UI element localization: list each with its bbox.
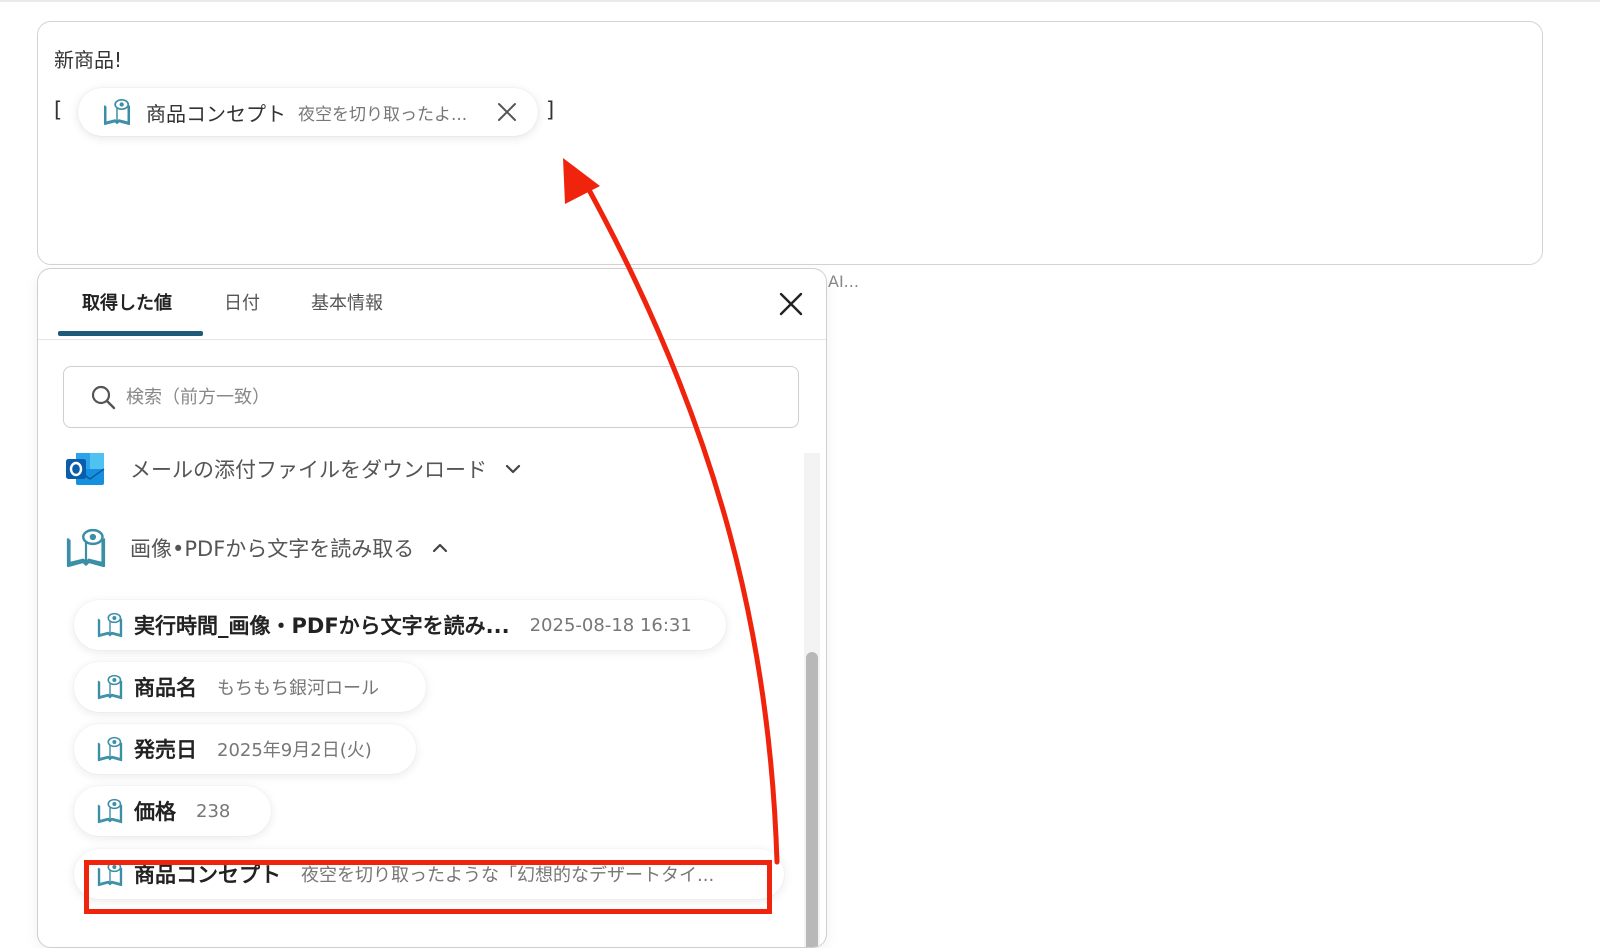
item-value: もちもち銀河ロール [217, 678, 379, 699]
chip-value: 夜空を切り取ったよ... [298, 104, 468, 125]
outlook-icon [66, 453, 105, 485]
search-box[interactable] [63, 366, 799, 428]
item-name: 発売日 [134, 738, 197, 762]
ai-truncated-text: AI... [828, 272, 859, 291]
tab-retrieved-values[interactable]: 取得した値 [82, 289, 172, 315]
scrollbar-thumb[interactable] [806, 652, 818, 947]
item-value: 2025年9月2日(火) [217, 740, 372, 761]
variable-chip-product-concept[interactable]: 商品コンセプト 夜空を切り取ったよ... [78, 88, 538, 136]
group-download-attachment[interactable]: メールの添付ファイルをダウンロード [64, 449, 523, 489]
editor-text-line: 新商品! [54, 48, 123, 72]
variable-picker-panel: 取得した値 日付 基本情報 メールの添付ファイルをダウンロード [37, 268, 827, 948]
chevron-down-icon[interactable] [503, 459, 523, 479]
item-value: 238 [196, 800, 231, 822]
list-item-price[interactable]: 価格 238 [74, 786, 271, 836]
message-editor[interactable]: 新商品! [ 商品コンセプト 夜空を切り取ったよ... ] [37, 21, 1543, 265]
book-eye-icon [64, 526, 108, 570]
tab-basic-info[interactable]: 基本情報 [311, 289, 383, 315]
chip-name: 商品コンセプト [146, 101, 286, 126]
close-icon[interactable] [778, 291, 804, 317]
search-input[interactable] [124, 385, 728, 409]
chevron-up-icon[interactable] [430, 538, 450, 558]
search-icon [91, 385, 116, 410]
book-eye-icon [102, 97, 132, 127]
list-item-execution-time[interactable]: 実行時間_画像・PDFから文字を読み... 2025-08-18 16:31 [74, 600, 726, 650]
group-label: メールの添付ファイルをダウンロード [130, 458, 487, 482]
book-eye-icon [96, 611, 124, 639]
bracket-close: ] [546, 98, 555, 122]
item-name: 価格 [134, 800, 176, 824]
annotation-highlight-box [84, 860, 772, 914]
close-icon[interactable] [496, 101, 518, 123]
item-value: 2025-08-18 16:31 [529, 614, 692, 636]
tab-date[interactable]: 日付 [224, 289, 260, 315]
bracket-open: [ [54, 98, 63, 122]
list-item-release-date[interactable]: 発売日 2025年9月2日(火) [74, 724, 416, 774]
item-name: 実行時間_画像・PDFから文字を読み... [134, 614, 510, 638]
group-ocr-image-pdf[interactable]: 画像•PDFから文字を読み取る [64, 526, 450, 570]
book-eye-icon [96, 735, 124, 763]
book-eye-icon [96, 673, 124, 701]
book-eye-icon [96, 797, 124, 825]
list-item-product-name[interactable]: 商品名 もちもち銀河ロール [74, 662, 426, 712]
tab-bar: 取得した値 日付 基本情報 [38, 269, 826, 340]
active-tab-indicator [58, 331, 203, 336]
top-divider [0, 0, 1600, 2]
group-label: 画像•PDFから文字を読み取る [130, 537, 415, 561]
item-name: 商品名 [134, 676, 197, 700]
